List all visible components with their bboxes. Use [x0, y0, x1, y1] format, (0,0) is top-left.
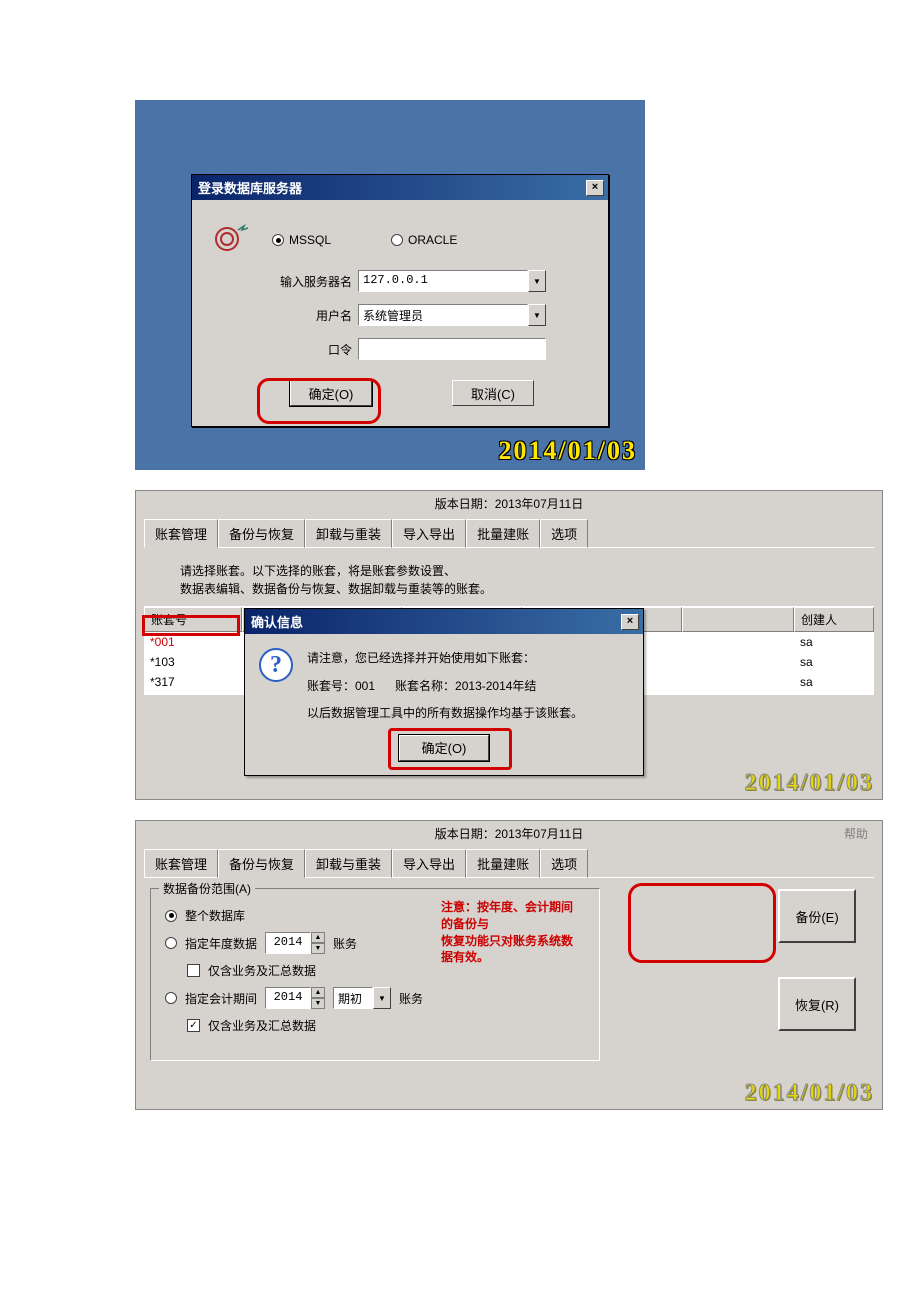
backup-button[interactable]: 备份(E) [778, 889, 856, 943]
version-label: 版本日期：2013年07月11日 [136, 491, 882, 518]
backup-scope-group: 数据备份范围(A) 整个数据库 指定年度数据 2014 ▲▼ [150, 888, 600, 1061]
radio-mssql[interactable]: MSSQL [272, 233, 331, 247]
timestamp-overlay: 2014/01/03 [745, 1080, 874, 1107]
radio-icon [165, 910, 177, 922]
group-label: 数据备份范围(A) [159, 880, 255, 897]
chevron-down-icon[interactable]: ▼ [373, 987, 391, 1009]
period-select[interactable]: 期初 ▼ [333, 987, 391, 1009]
screenshot-backup: 帮助 版本日期：2013年07月11日 账套管理 备份与恢复 卸载与重装 导入导… [135, 820, 883, 1110]
spin-up-icon[interactable]: ▲ [311, 932, 325, 943]
server-combo[interactable]: 127.0.0.1 ▼ [358, 270, 546, 292]
restore-button[interactable]: 恢复(R) [778, 977, 856, 1031]
radio-icon [272, 234, 284, 246]
radio-whole-db[interactable]: 整个数据库 [165, 907, 423, 924]
tab-account-mgmt[interactable]: 账套管理 [144, 519, 218, 548]
warning-note: 注意：按年度、会计期间的备份与 恢复功能只对账务系统数据有效。 [441, 899, 585, 966]
radio-by-period[interactable]: 指定会计期间 2014 ▲▼ 期初 ▼ 账务 [165, 987, 423, 1009]
tab-import-export[interactable]: 导入导出 [392, 519, 466, 548]
tab-options[interactable]: 选项 [540, 519, 588, 548]
col-account-no: 账套号 [144, 607, 242, 632]
login-dialog: 登录数据库服务器 × MSS [191, 174, 609, 427]
chevron-down-icon[interactable]: ▼ [528, 304, 546, 326]
radio-icon [165, 992, 177, 1004]
password-input[interactable] [358, 338, 546, 360]
screenshot-account-mgr: 版本日期：2013年07月11日 账套管理 备份与恢复 卸载与重装 导入导出 批… [135, 490, 883, 800]
chevron-down-icon[interactable]: ▼ [528, 270, 546, 292]
tab-batch-create[interactable]: 批量建账 [466, 849, 540, 878]
server-input[interactable]: 127.0.0.1 [358, 270, 528, 292]
radio-icon [391, 234, 403, 246]
spin-down-icon[interactable]: ▼ [311, 998, 325, 1009]
close-icon[interactable]: × [586, 180, 604, 196]
server-label: 输入服务器名 [272, 273, 358, 290]
login-title: 登录数据库服务器 [198, 178, 302, 197]
password-label: 口令 [272, 341, 358, 358]
radio-oracle[interactable]: ORACLE [391, 233, 457, 247]
user-input[interactable]: 系统管理员 [358, 304, 528, 326]
tab-batch-create[interactable]: 批量建账 [466, 519, 540, 548]
spin-down-icon[interactable]: ▼ [311, 943, 325, 954]
period-year-spinner[interactable]: 2014 ▲▼ [265, 987, 325, 1009]
confirm-dialog: 确认信息 × ? 请注意，您已经选择并开始使用如下账套： 账套号：001 账套名… [244, 608, 644, 776]
spin-up-icon[interactable]: ▲ [311, 987, 325, 998]
question-icon: ? [259, 648, 293, 682]
checkbox-only-business-2[interactable] [187, 1019, 200, 1032]
tab-uninstall-reinstall[interactable]: 卸载与重装 [305, 849, 392, 878]
radio-oracle-label: ORACLE [408, 233, 457, 247]
tab-import-export[interactable]: 导入导出 [392, 849, 466, 878]
timestamp-overlay: 2014/01/03 [745, 770, 874, 797]
user-label: 用户名 [272, 307, 358, 324]
year-spinner[interactable]: 2014 ▲▼ [265, 932, 325, 954]
confirm-ok-button[interactable]: 确定(O) [399, 735, 489, 761]
cancel-button[interactable]: 取消(C) [452, 380, 534, 406]
tabbar: 账套管理 备份与恢复 卸载与重装 导入导出 批量建账 选项 [144, 848, 882, 877]
timestamp-overlay: 2014/01/03 [499, 436, 637, 466]
database-icon [206, 222, 260, 258]
radio-by-year[interactable]: 指定年度数据 2014 ▲▼ 账务 [165, 932, 423, 954]
close-icon[interactable]: × [621, 614, 639, 630]
confirm-title: 确认信息 [251, 612, 303, 631]
confirm-message: 请注意，您已经选择并开始使用如下账套： 账套号：001 账套名称：2013-20… [307, 648, 629, 725]
document-page: 登录数据库服务器 × MSS [0, 100, 920, 1110]
instruction-text: 请选择账套。以下选择的账套，将是账套参数设置、 数据表编辑、数据备份与恢复、数据… [180, 562, 872, 598]
tab-uninstall-reinstall[interactable]: 卸载与重装 [305, 519, 392, 548]
tabbar: 账套管理 备份与恢复 卸载与重装 导入导出 批量建账 选项 [144, 518, 882, 547]
radio-mssql-label: MSSQL [289, 233, 331, 247]
help-label: 帮助 [844, 825, 868, 842]
screenshot-login: 登录数据库服务器 × MSS [135, 100, 645, 470]
login-body: MSSQL ORACLE 输入服务器名 127.0.0.1 ▼ [192, 200, 608, 426]
col-creator: 创建人 [794, 607, 874, 632]
radio-icon [165, 937, 177, 949]
checkbox-only-business-1[interactable] [187, 964, 200, 977]
login-titlebar: 登录数据库服务器 × [192, 175, 608, 200]
tab-account-mgmt[interactable]: 账套管理 [144, 849, 218, 878]
tab-backup-restore[interactable]: 备份与恢复 [218, 519, 305, 548]
ok-button[interactable]: 确定(O) [290, 380, 372, 406]
version-label: 版本日期：2013年07月11日 [136, 821, 882, 848]
user-combo[interactable]: 系统管理员 ▼ [358, 304, 546, 326]
tab-backup-restore[interactable]: 备份与恢复 [218, 849, 305, 878]
confirm-titlebar: 确认信息 × [245, 609, 643, 634]
tab-options[interactable]: 选项 [540, 849, 588, 878]
